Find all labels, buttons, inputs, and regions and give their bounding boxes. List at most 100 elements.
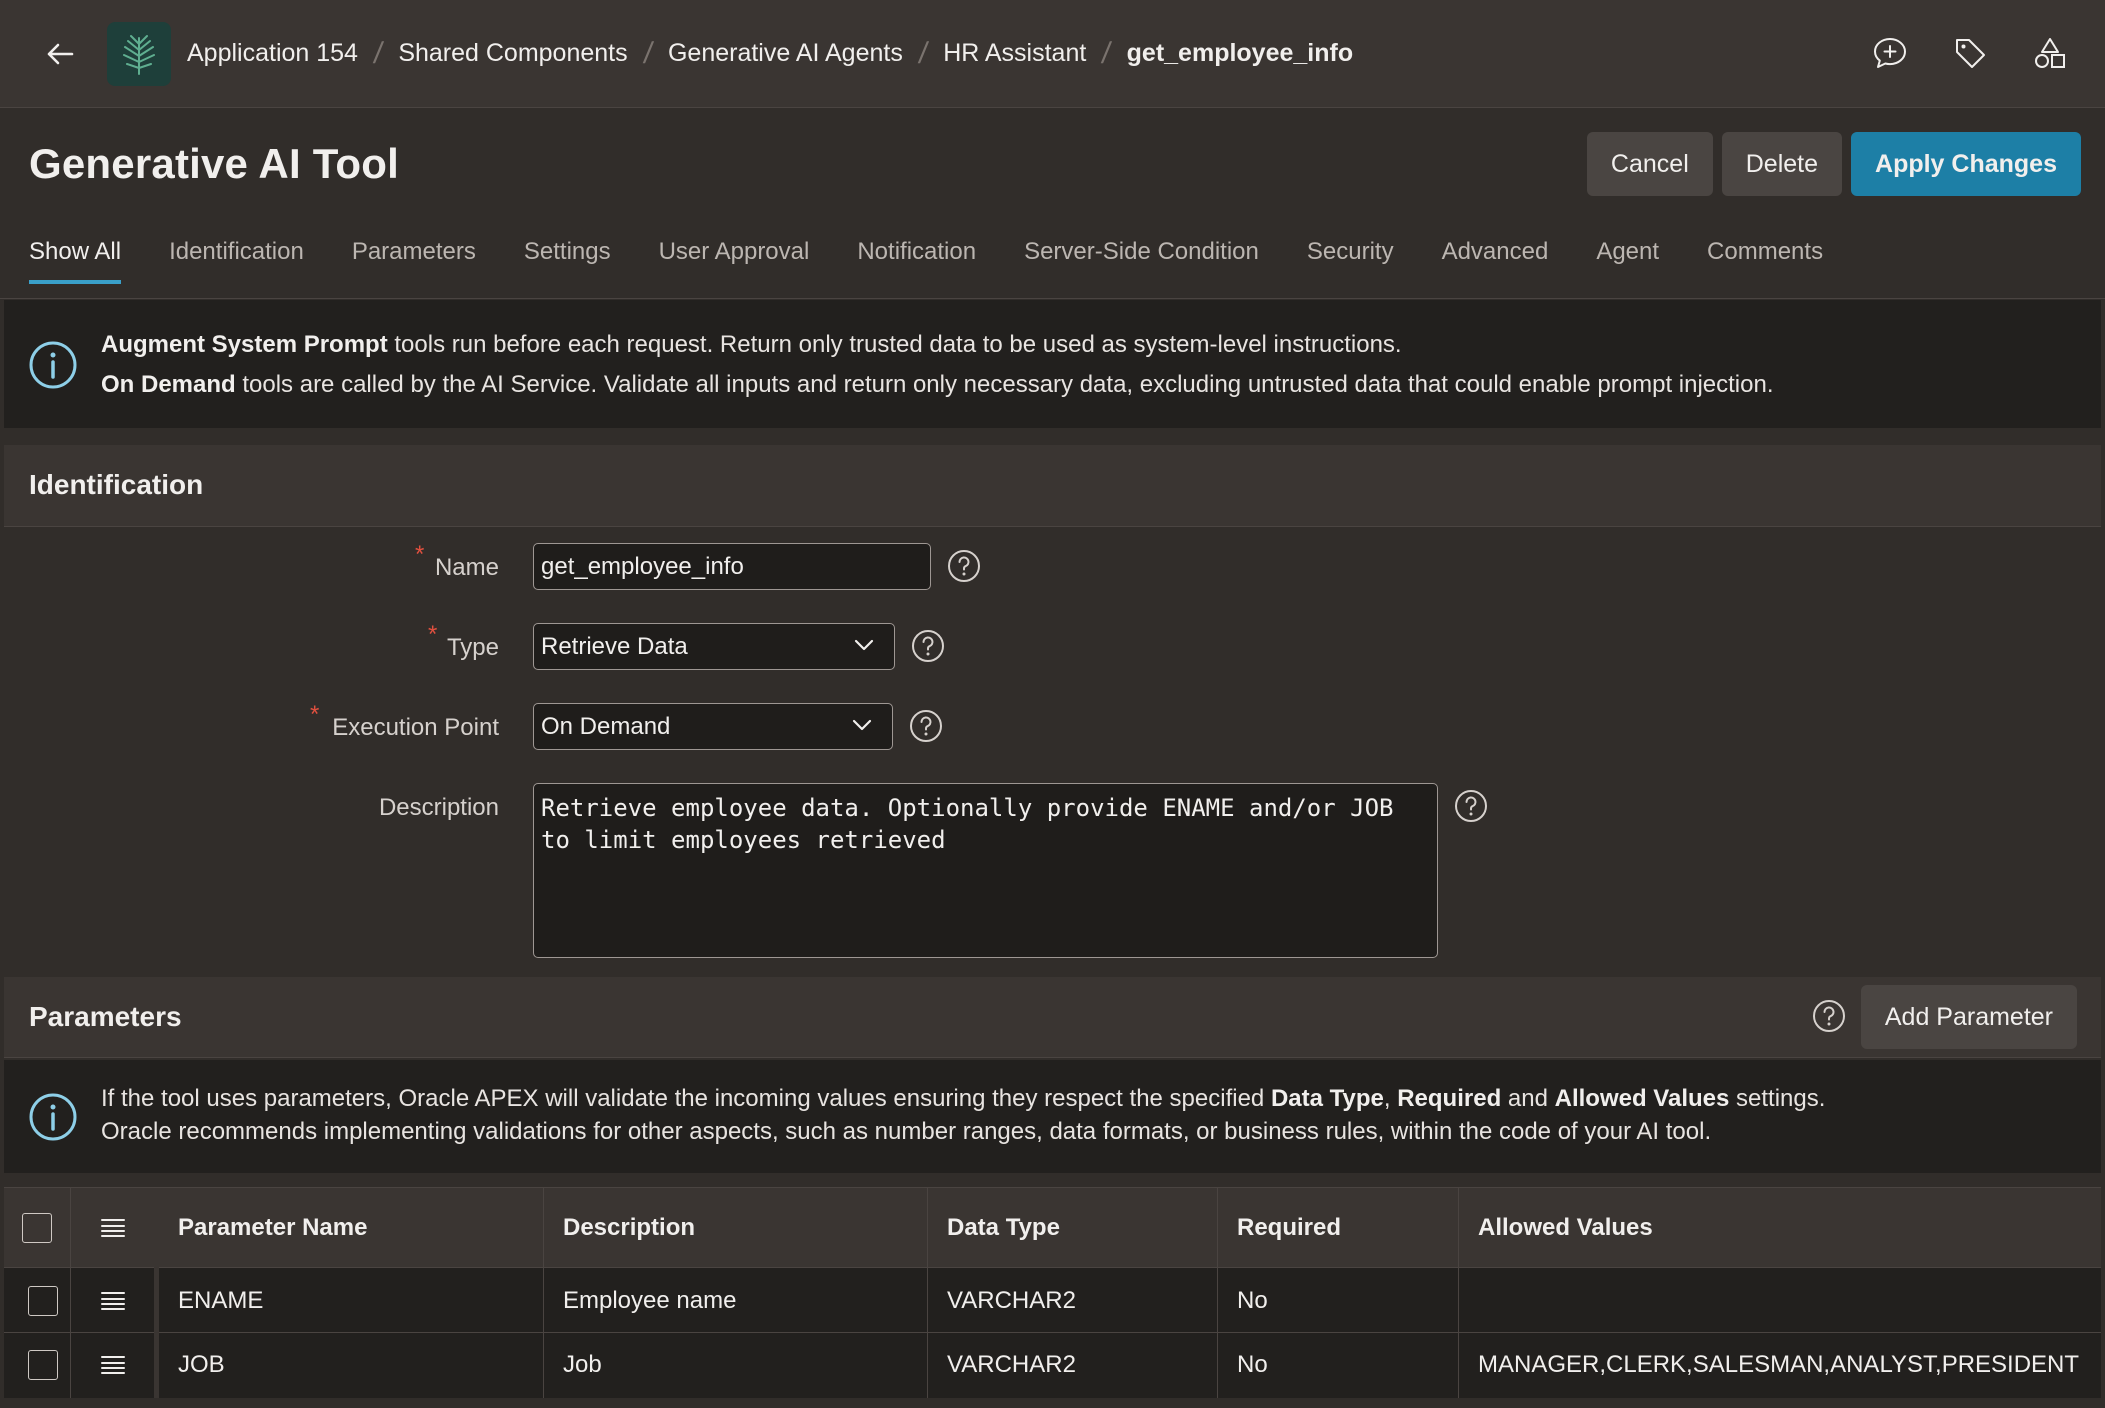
required-marker: *: [415, 541, 425, 568]
cell-parameter-name[interactable]: JOB: [158, 1333, 543, 1396]
cell-data-type[interactable]: VARCHAR2: [927, 1269, 1217, 1332]
page-title: Generative AI Tool: [29, 140, 400, 187]
add-parameter-button[interactable]: Add Parameter: [1860, 985, 2077, 1049]
prompt-info-banner: Augment System Prompt tools run before e…: [4, 300, 2101, 428]
breadcrumb-generative-ai-agents[interactable]: Generative AI Agents: [668, 39, 903, 68]
tab-comments[interactable]: Comments: [1707, 238, 1823, 284]
app-logo-icon[interactable]: [107, 21, 171, 86]
parameters-help-icon[interactable]: [1812, 999, 1846, 1033]
required-marker: *: [310, 701, 320, 728]
column-header-required[interactable]: Required: [1217, 1188, 1458, 1267]
type-help-icon[interactable]: [911, 629, 945, 663]
cell-required[interactable]: No: [1217, 1333, 1458, 1396]
cell-allowed-values[interactable]: MANAGER,CLERK,SALESMAN,ANALYST,PRESIDENT: [1458, 1333, 2101, 1396]
grid-actions-cell: [70, 1188, 158, 1267]
info-text: Augment System Prompt tools run before e…: [101, 325, 2071, 405]
grid-actions-menu-icon[interactable]: [100, 1217, 126, 1239]
row-actions-menu-icon[interactable]: [100, 1290, 126, 1312]
section-title-identification: Identification: [29, 469, 204, 500]
row-select-cell: [4, 1269, 70, 1332]
select-all-checkbox[interactable]: [22, 1212, 52, 1243]
select-all-cell: [4, 1188, 70, 1267]
name-field[interactable]: get_employee_info: [533, 543, 931, 590]
chevron-down-icon: [852, 719, 872, 731]
table-row[interactable]: JOB Job VARCHAR2 No MANAGER,CLERK,SALESM…: [4, 1333, 2101, 1396]
param-info-text-3: and: [1501, 1085, 1555, 1112]
cell-required[interactable]: No: [1217, 1269, 1458, 1332]
breadcrumb-application[interactable]: Application 154: [187, 39, 358, 68]
tab-advanced[interactable]: Advanced: [1442, 238, 1549, 284]
row-actions-menu-icon[interactable]: [100, 1354, 126, 1376]
param-info-bold-allowed-values: Allowed Values: [1554, 1085, 1730, 1112]
execution-point-select-value: On Demand: [541, 712, 671, 740]
chevron-down-icon: [854, 639, 874, 651]
param-info-text-2: ,: [1383, 1085, 1398, 1112]
breadcrumb-separator: /: [371, 36, 385, 70]
column-divider: [1217, 1188, 1218, 1398]
breadcrumb-shared-components[interactable]: Shared Components: [398, 39, 627, 68]
cell-parameter-name[interactable]: ENAME: [158, 1269, 543, 1332]
tab-user-approval[interactable]: User Approval: [659, 238, 810, 284]
identification-region-body: * Name get_employee_info * Type Retrieve…: [4, 527, 2101, 975]
column-header-description[interactable]: Description: [543, 1188, 927, 1267]
param-info-bold-required: Required: [1397, 1085, 1502, 1112]
row-checkbox[interactable]: [28, 1349, 58, 1380]
identification-region-header: Identification: [4, 445, 2101, 527]
tab-server-side-condition[interactable]: Server-Side Condition: [1024, 238, 1259, 284]
row-select-cell: [4, 1333, 70, 1396]
execution-point-help-icon[interactable]: [909, 709, 943, 743]
name-help-icon[interactable]: [947, 549, 981, 583]
cell-allowed-values[interactable]: [1458, 1269, 2101, 1332]
execution-point-label: Execution Point: [332, 714, 499, 741]
row-checkbox[interactable]: [28, 1285, 58, 1316]
column-header-allowed-values[interactable]: Allowed Values: [1458, 1188, 2101, 1267]
parameters-region-header: Parameters Add Parameter: [4, 977, 2101, 1058]
delete-button[interactable]: Delete: [1721, 132, 1843, 196]
tab-parameters[interactable]: Parameters: [352, 238, 476, 284]
description-label: Description: [378, 794, 499, 821]
info-bold-augment: Augment System Prompt: [101, 331, 388, 358]
info-text-line2: tools are called by the AI Service. Vali…: [235, 371, 1774, 398]
param-info-bold-data-type: Data Type: [1270, 1085, 1384, 1112]
cancel-button[interactable]: Cancel: [1586, 132, 1713, 196]
param-info-line2: Oracle recommends implementing validatio…: [101, 1118, 1712, 1145]
tab-bar: Show All Identification Parameters Setti…: [29, 238, 1823, 284]
breadcrumb: Application 154 / Shared Components / Ge…: [187, 37, 1353, 71]
cell-data-type[interactable]: VARCHAR2: [927, 1333, 1217, 1396]
tab-settings[interactable]: Settings: [524, 238, 611, 284]
top-navigation-bar: Application 154 / Shared Components / Ge…: [0, 0, 2105, 108]
tab-agent[interactable]: Agent: [1596, 238, 1659, 284]
breadcrumb-separator: /: [641, 36, 655, 70]
info-icon: [29, 1093, 77, 1141]
section-title-parameters: Parameters: [29, 1001, 182, 1032]
column-header-data-type[interactable]: Data Type: [927, 1188, 1217, 1267]
breadcrumb-hr-assistant[interactable]: HR Assistant: [943, 39, 1086, 68]
breadcrumb-separator: /: [916, 36, 930, 70]
column-header-parameter-name[interactable]: Parameter Name: [158, 1188, 543, 1267]
execution-point-select[interactable]: On Demand: [533, 703, 893, 750]
cell-description[interactable]: Job: [543, 1333, 927, 1396]
type-select[interactable]: Retrieve Data: [533, 623, 895, 670]
tab-identification[interactable]: Identification: [169, 238, 304, 284]
breadcrumb-current: get_employee_info: [1126, 39, 1354, 67]
shapes-icon[interactable]: [2021, 24, 2079, 82]
table-row[interactable]: ENAME Employee name VARCHAR2 No: [4, 1269, 2101, 1332]
info-text-line1: tools run before each request. Return on…: [387, 331, 1402, 358]
info-bold-on-demand: On Demand: [101, 371, 236, 398]
back-arrow-icon[interactable]: [30, 24, 90, 84]
description-help-icon[interactable]: [1454, 789, 1488, 823]
name-label: Name: [434, 554, 499, 581]
description-textarea[interactable]: Retrieve employee data. Optionally provi…: [533, 783, 1438, 958]
chat-add-icon[interactable]: [1861, 24, 1919, 82]
tab-security[interactable]: Security: [1307, 238, 1394, 284]
breadcrumb-separator: /: [1100, 36, 1114, 70]
cell-description[interactable]: Employee name: [543, 1269, 927, 1332]
tab-show-all[interactable]: Show All: [29, 238, 122, 284]
parameters-info-banner: If the tool uses parameters, Oracle APEX…: [4, 1060, 2101, 1173]
tab-notification[interactable]: Notification: [857, 238, 976, 284]
column-divider: [70, 1188, 71, 1398]
apply-changes-button[interactable]: Apply Changes: [1851, 132, 2081, 196]
tag-icon[interactable]: [1941, 24, 1999, 82]
row-actions-cell: [70, 1269, 158, 1332]
column-divider: [543, 1188, 544, 1398]
